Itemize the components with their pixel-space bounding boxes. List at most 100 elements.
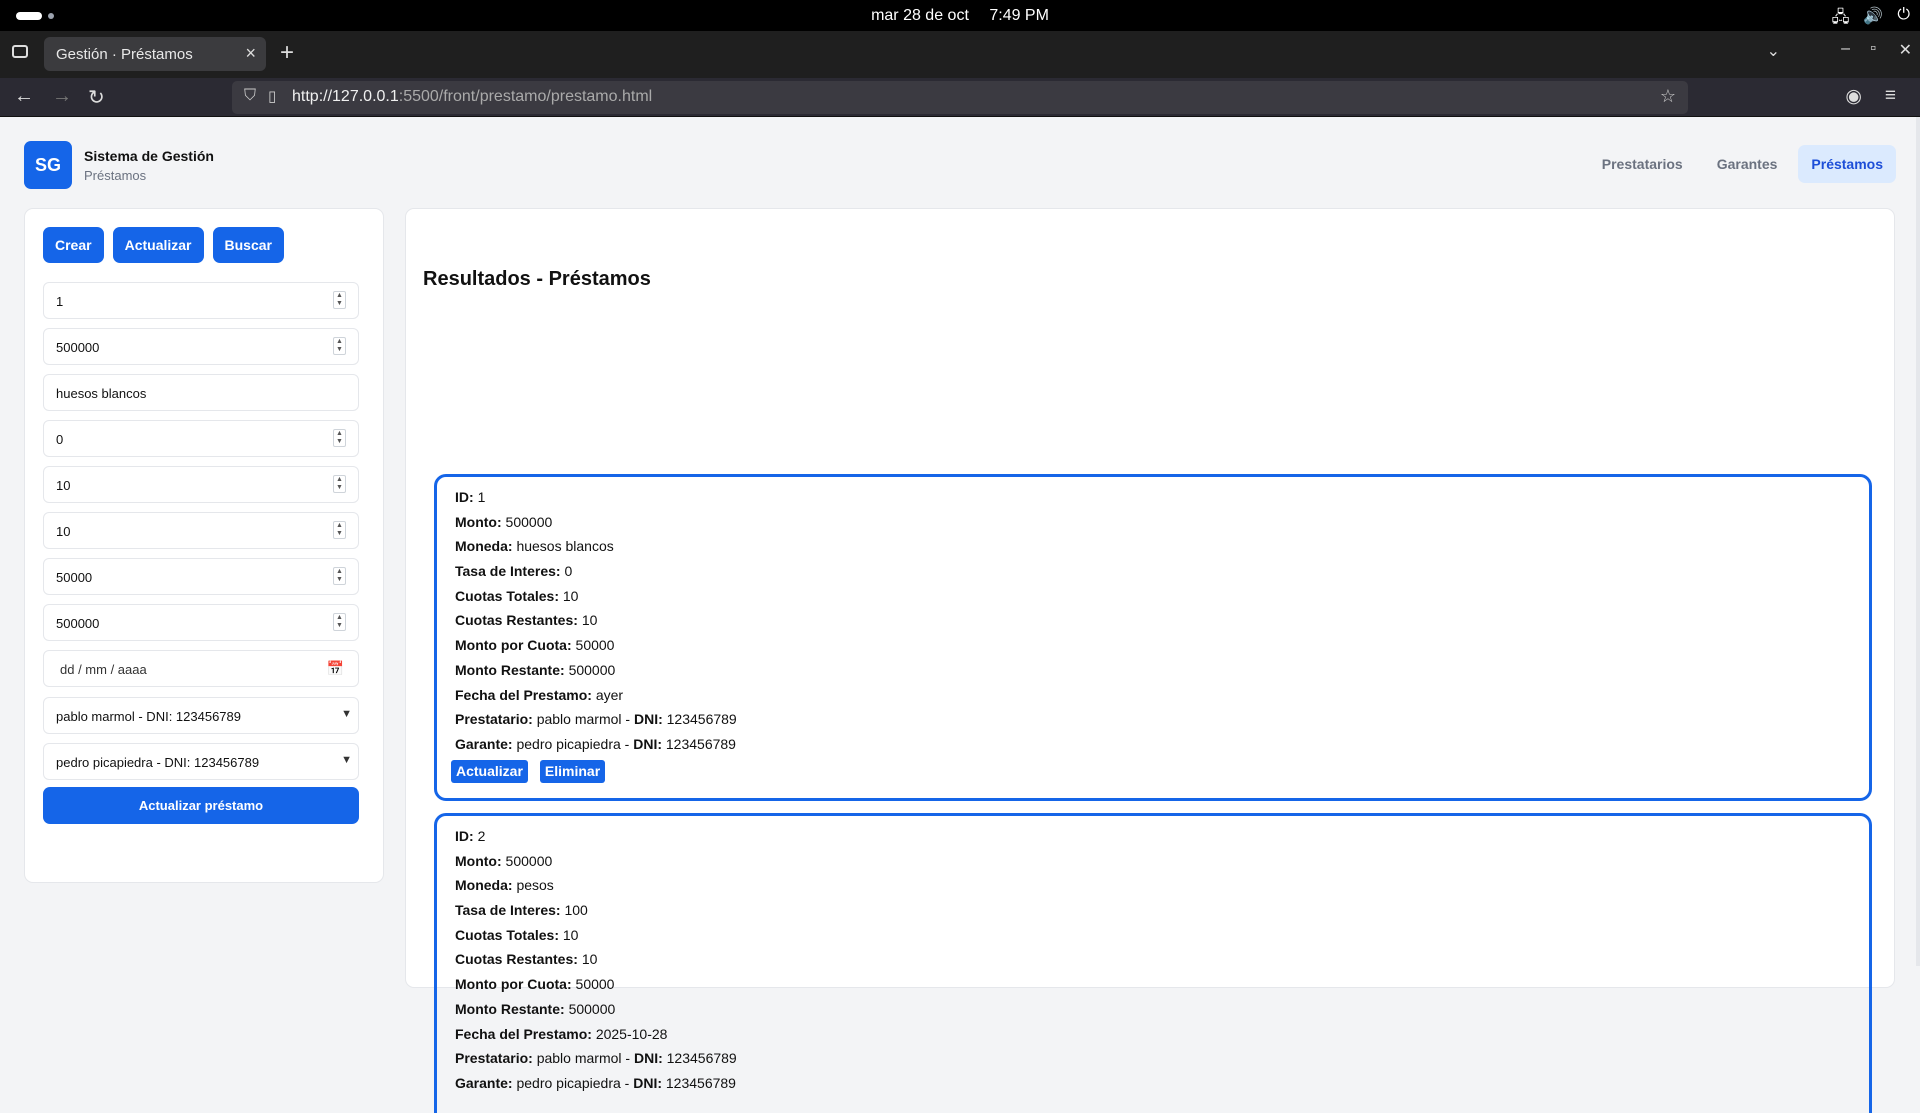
monto-restante-input[interactable]: 500000 ▲ ▼ xyxy=(43,604,359,641)
system-tray[interactable]: 🖧 🔊 ⏻ xyxy=(1832,6,1910,33)
loan-monto: Monto: 500000 xyxy=(455,852,553,869)
loan-tasa: Tasa de Interes: 100 xyxy=(455,902,588,919)
nav-prestamos[interactable]: Préstamos xyxy=(1798,145,1896,183)
app-title: Sistema de Gestión xyxy=(84,148,214,164)
garante-selected: pedro picapiedra - DNI: 123456789 xyxy=(56,755,260,770)
back-icon[interactable]: ← xyxy=(14,85,34,108)
cuotas-totales-input[interactable]: 10 ▲ ▼ xyxy=(43,466,359,503)
loan-garante: Garante: pedro picapiedra - DNI: 1234567… xyxy=(455,1074,736,1091)
moneda-input[interactable]: huesos blancos xyxy=(43,374,359,411)
tasa-value: 0 xyxy=(56,432,64,447)
fecha-placeholder: dd / mm / aaaa xyxy=(60,662,147,677)
app-logo: SG xyxy=(24,141,72,189)
loan-tasa: Tasa de Interes: 0 xyxy=(455,563,573,580)
monto-input[interactable]: 500000 ▲ ▼ xyxy=(43,328,359,365)
browser-tab-active[interactable]: Gestión · Préstamos × xyxy=(44,37,266,71)
cuotas-totales-value: 10 xyxy=(56,478,71,493)
moneda-value: huesos blancos xyxy=(56,386,147,401)
minimize-icon[interactable]: – xyxy=(1841,40,1850,58)
spinner-icon[interactable]: ▲ ▼ xyxy=(333,429,346,447)
actualizar-prestamo-button[interactable]: Actualizar préstamo xyxy=(43,787,359,824)
loan-fecha: Fecha del Prestamo: ayer xyxy=(455,686,624,703)
calendar-icon[interactable]: 📅 xyxy=(327,660,344,677)
loan-fecha: Fecha del Prestamo: 2025-10-28 xyxy=(455,1025,668,1042)
loan-monto-restante: Monto Restante: 500000 xyxy=(455,661,616,678)
id-value: 1 xyxy=(56,294,64,309)
buscar-button[interactable]: Buscar xyxy=(212,227,284,263)
url-bar[interactable]: ⛉ ▯ http://127.0.0.1:5500/front/prestamo… xyxy=(232,81,1688,114)
os-date: mar 28 de oct xyxy=(871,7,969,24)
volume-icon: 🔊 xyxy=(1863,8,1884,25)
new-tab-icon[interactable]: + xyxy=(280,39,294,67)
forward-icon[interactable]: → xyxy=(52,85,72,108)
loan-id: ID: 2 xyxy=(455,828,486,844)
monto-cuota-value: 50000 xyxy=(56,570,93,585)
spinner-icon[interactable]: ▲ ▼ xyxy=(333,521,346,539)
loan-eliminar-button[interactable]: Eliminar xyxy=(539,759,606,783)
loan-cuotas-restantes: Cuotas Restantes: 10 xyxy=(455,951,598,968)
loan-prestatario: Prestatario: pablo marmol - DNI: 1234567… xyxy=(455,711,737,728)
loan-monto-cuota: Monto por Cuota: 50000 xyxy=(455,976,615,993)
loan-card-actions: Actualizar Eliminar xyxy=(451,759,1851,783)
os-time: 7:49 PM xyxy=(989,7,1049,24)
cuotas-restantes-input[interactable]: 10 ▲ ▼ xyxy=(43,512,359,549)
spinner-icon[interactable]: ▲ ▼ xyxy=(333,291,346,309)
page-scrollbar[interactable] xyxy=(1916,117,1920,966)
url-path: :5500/front/prestamo/prestamo.html xyxy=(398,88,653,105)
loan-monto-restante: Monto Restante: 500000 xyxy=(455,1000,616,1017)
loan-actualizar-button[interactable]: Actualizar xyxy=(451,759,528,783)
loan-card: ID: 1 Monto: 500000 Moneda: huesos blanc… xyxy=(434,474,1872,801)
loan-id: ID: 1 xyxy=(455,489,486,505)
prestatario-select[interactable]: pablo marmol - DNI: 123456789 ▼ xyxy=(43,697,359,734)
spinner-icon[interactable]: ▲ ▼ xyxy=(333,475,346,493)
app-subtitle: Préstamos xyxy=(84,168,147,183)
chevron-down-icon: ▼ xyxy=(341,754,352,766)
close-icon[interactable]: × xyxy=(245,43,256,64)
shield-icon[interactable]: ⛉ xyxy=(244,87,256,105)
power-icon: ⏻ xyxy=(1897,6,1910,23)
network-icon: 🖧 xyxy=(1831,9,1850,26)
spinner-icon[interactable]: ▲ ▼ xyxy=(333,567,346,585)
crear-button[interactable]: Crear xyxy=(43,227,104,263)
account-icon[interactable]: ◉ xyxy=(1845,85,1862,108)
monto-cuota-input[interactable]: 50000 ▲ ▼ xyxy=(43,558,359,595)
tab-list-icon[interactable] xyxy=(12,45,28,58)
results-card: Resultados - Préstamos ID: 1 Monto: 5000… xyxy=(405,208,1895,1113)
loan-moneda: Moneda: pesos xyxy=(455,877,554,894)
loan-cuotas-restantes: Cuotas Restantes: 10 xyxy=(455,612,598,629)
garante-select[interactable]: pedro picapiedra - DNI: 123456789 ▼ xyxy=(43,743,359,780)
prestatario-selected: pablo marmol - DNI: 123456789 xyxy=(56,709,241,724)
loan-prestatario: Prestatario: pablo marmol - DNI: 1234567… xyxy=(455,1050,737,1067)
loan-cuotas-totales: Cuotas Totales: 10 xyxy=(455,587,579,604)
chevron-down-icon: ▼ xyxy=(341,708,352,720)
page-icon: ▯ xyxy=(268,88,277,105)
top-nav: Prestatarios Garantes Préstamos xyxy=(1589,145,1896,183)
spinner-icon[interactable]: ▲ ▼ xyxy=(333,613,346,631)
reload-icon[interactable]: ↻ xyxy=(88,85,105,110)
url-host: http://127.0.0.1 xyxy=(292,88,399,105)
fecha-input[interactable]: dd / mm / aaaa 📅 xyxy=(43,650,359,687)
tasa-input[interactable]: 0 ▲ ▼ xyxy=(43,420,359,457)
os-clock[interactable]: mar 28 de oct 7:49 PM xyxy=(0,7,1920,25)
page-content: SG Sistema de Gestión Préstamos Prestata… xyxy=(0,117,1920,1113)
bookmark-star-icon[interactable]: ☆ xyxy=(1660,86,1676,107)
nav-garantes[interactable]: Garantes xyxy=(1704,145,1791,183)
loan-monto-cuota: Monto por Cuota: 50000 xyxy=(455,637,615,654)
loan-moneda: Moneda: huesos blancos xyxy=(455,538,614,555)
chevron-down-icon[interactable]: ⌄ xyxy=(1767,41,1780,61)
monto-value: 500000 xyxy=(56,340,100,355)
loan-card: ID: 2 Monto: 500000 Moneda: pesos Tasa d… xyxy=(434,813,1872,1113)
spinner-icon[interactable]: ▲ ▼ xyxy=(333,337,346,355)
nav-prestatarios[interactable]: Prestatarios xyxy=(1589,145,1696,183)
id-input[interactable]: 1 ▲ ▼ xyxy=(43,282,359,319)
loan-monto: Monto: 500000 xyxy=(455,513,553,530)
monto-restante-value: 500000 xyxy=(56,616,100,631)
maximize-icon[interactable]: ▫ xyxy=(1870,40,1876,58)
cuotas-restantes-value: 10 xyxy=(56,524,71,539)
loan-garante: Garante: pedro picapiedra - DNI: 1234567… xyxy=(455,735,736,752)
menu-icon[interactable]: ≡ xyxy=(1885,85,1896,107)
actualizar-button[interactable]: Actualizar xyxy=(112,227,204,263)
window-close-icon[interactable]: ✕ xyxy=(1899,40,1912,60)
browser-tab-bar: Gestión · Préstamos × + ⌄ – ▫ ✕ xyxy=(0,31,1920,78)
tab-title: Gestión · Préstamos xyxy=(56,46,193,63)
